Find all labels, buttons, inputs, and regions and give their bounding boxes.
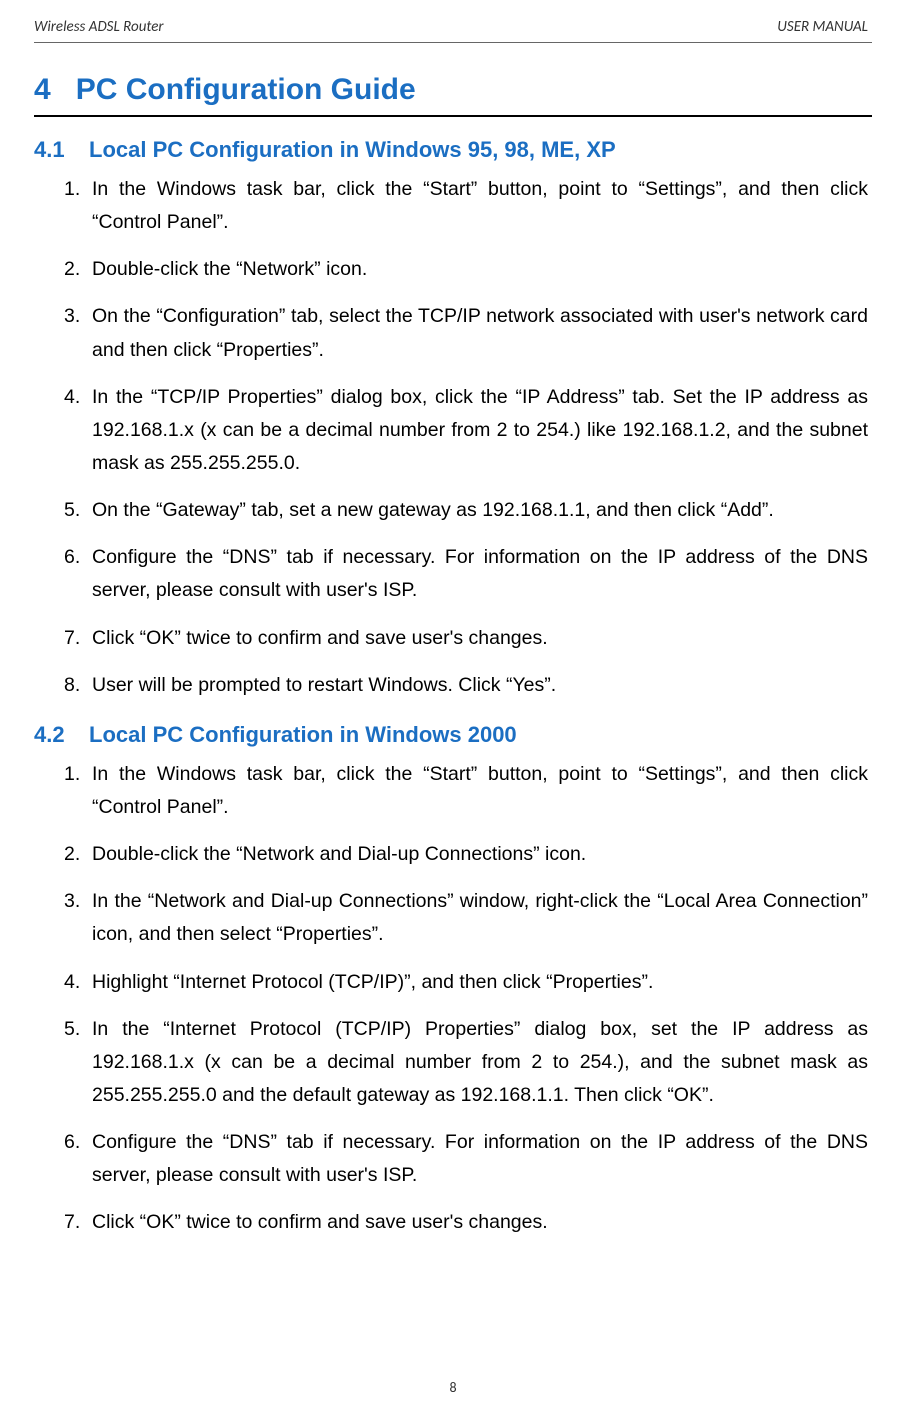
list-item-number: 3.	[34, 885, 92, 951]
list-item-text: Highlight “Internet Protocol (TCP/IP)”, …	[92, 966, 868, 999]
list-item: 5.On the “Gateway” tab, set a new gatewa…	[34, 494, 868, 527]
list-item: 5.In the “Internet Protocol (TCP/IP) Pro…	[34, 1013, 868, 1112]
list-item: 7.Click “OK” twice to confirm and save u…	[34, 622, 868, 655]
list-item-number: 1.	[34, 173, 92, 239]
list-item-text: Configure the “DNS” tab if necessary. Fo…	[92, 541, 868, 607]
list-item: 1.In the Windows task bar, click the “St…	[34, 758, 868, 824]
list-item-number: 7.	[34, 622, 92, 655]
list-item-number: 4.	[34, 381, 92, 480]
list-item-number: 5.	[34, 494, 92, 527]
list-item-number: 2.	[34, 253, 92, 286]
list-item-number: 4.	[34, 966, 92, 999]
list-item: 1.In the Windows task bar, click the “St…	[34, 173, 868, 239]
list-item: 3.On the “Configuration” tab, select the…	[34, 300, 868, 366]
list-item: 8.User will be prompted to restart Windo…	[34, 669, 868, 702]
section-name: Local PC Configuration in Windows 2000	[89, 722, 517, 747]
header-right: USER MANUAL	[777, 18, 868, 36]
page-header: Wireless ADSL Router USER MANUAL	[0, 0, 906, 42]
page-number: 8	[449, 1379, 456, 1396]
ordered-list: 1.In the Windows task bar, click the “St…	[34, 758, 868, 1240]
header-left: Wireless ADSL Router	[34, 18, 164, 36]
list-item-number: 1.	[34, 758, 92, 824]
list-item-text: User will be prompted to restart Windows…	[92, 669, 868, 702]
list-item: 7.Click “OK” twice to confirm and save u…	[34, 1206, 868, 1239]
list-item: 6.Configure the “DNS” tab if necessary. …	[34, 1126, 868, 1192]
list-item-text: In the Windows task bar, click the “Star…	[92, 758, 868, 824]
list-item-text: Click “OK” twice to confirm and save use…	[92, 1206, 868, 1239]
section-number: 4.1	[34, 137, 65, 162]
list-item: 2.Double-click the “Network” icon.	[34, 253, 868, 286]
list-item-text: On the “Gateway” tab, set a new gateway …	[92, 494, 868, 527]
list-item-text: Click “OK” twice to confirm and save use…	[92, 622, 868, 655]
chapter-divider	[34, 115, 872, 117]
list-item-text: Double-click the “Network and Dial-up Co…	[92, 838, 868, 871]
list-item-number: 3.	[34, 300, 92, 366]
list-item: 2.Double-click the “Network and Dial-up …	[34, 838, 868, 871]
list-item: 3.In the “Network and Dial-up Connection…	[34, 885, 868, 951]
section-title: 4.2 Local PC Configuration in Windows 20…	[34, 722, 872, 748]
list-item-text: In the “TCP/IP Properties” dialog box, c…	[92, 381, 868, 480]
list-item-number: 6.	[34, 541, 92, 607]
list-item-text: In the “Network and Dial-up Connections”…	[92, 885, 868, 951]
chapter-name: PC Configuration Guide	[76, 73, 416, 106]
list-item-text: On the “Configuration” tab, select the T…	[92, 300, 868, 366]
list-item-text: In the “Internet Protocol (TCP/IP) Prope…	[92, 1013, 868, 1112]
header-divider	[34, 42, 872, 43]
list-item-number: 8.	[34, 669, 92, 702]
section-title: 4.1 Local PC Configuration in Windows 95…	[34, 137, 872, 163]
list-item-text: In the Windows task bar, click the “Star…	[92, 173, 868, 239]
list-item-text: Configure the “DNS” tab if necessary. Fo…	[92, 1126, 868, 1192]
list-item-number: 7.	[34, 1206, 92, 1239]
section-name: Local PC Configuration in Windows 95, 98…	[89, 137, 616, 162]
list-item-number: 5.	[34, 1013, 92, 1112]
list-item-number: 2.	[34, 838, 92, 871]
list-item: 6.Configure the “DNS” tab if necessary. …	[34, 541, 868, 607]
section-number: 4.2	[34, 722, 65, 747]
chapter-title: 4 PC Configuration Guide	[34, 73, 872, 107]
list-item-number: 6.	[34, 1126, 92, 1192]
list-item-text: Double-click the “Network” icon.	[92, 253, 868, 286]
list-item: 4.In the “TCP/IP Properties” dialog box,…	[34, 381, 868, 480]
ordered-list: 1.In the Windows task bar, click the “St…	[34, 173, 868, 702]
list-item: 4.Highlight “Internet Protocol (TCP/IP)”…	[34, 966, 868, 999]
chapter-number: 4	[34, 73, 51, 106]
